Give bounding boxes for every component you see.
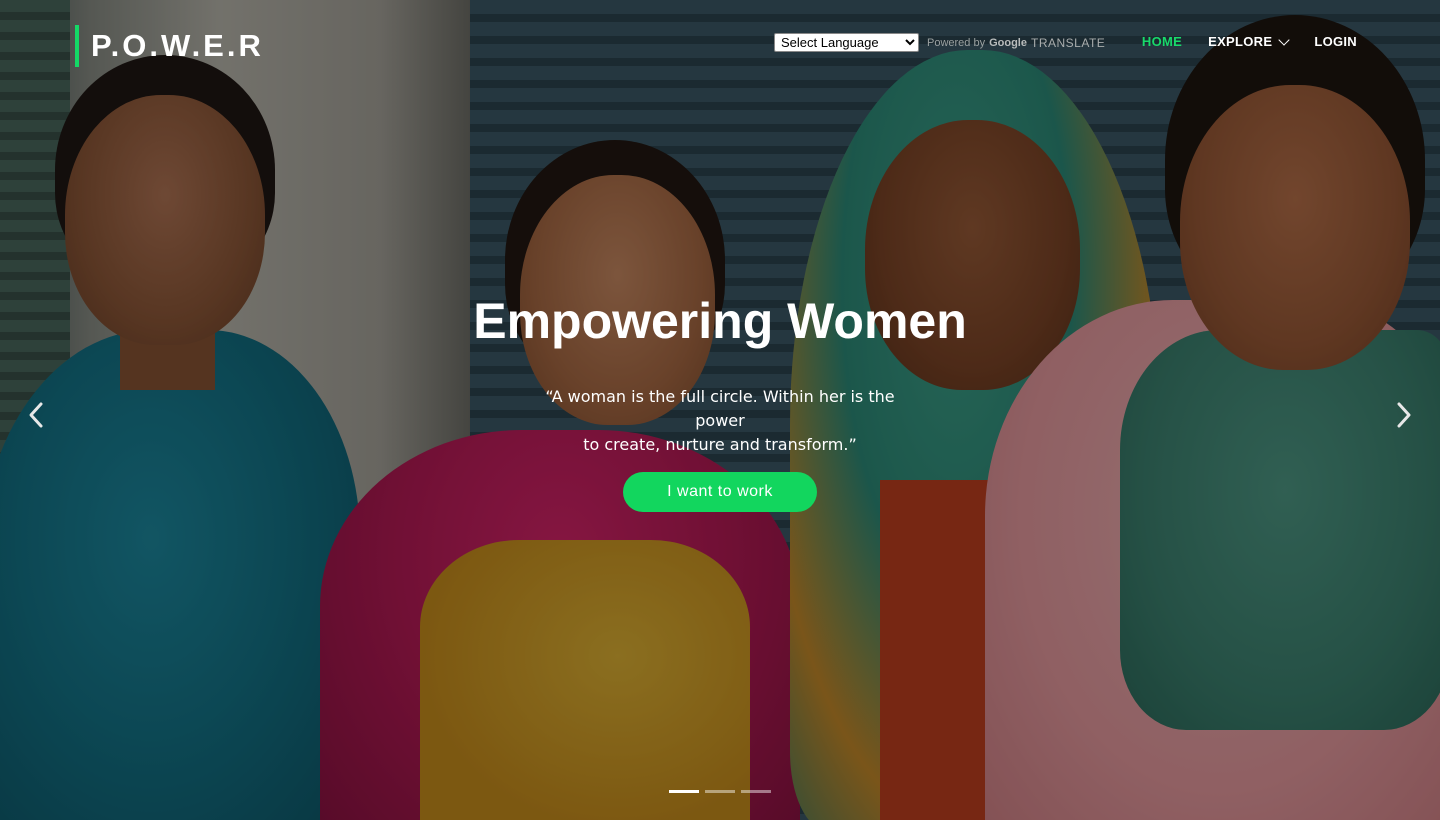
powered-by-google: Powered by Google TRANSLATE: [927, 36, 1105, 50]
hero-quote-line-2: to create, nurture and transform.”: [583, 435, 857, 454]
carousel-indicators: [669, 790, 771, 793]
powered-by-label: Powered by: [927, 36, 986, 49]
i-want-to-work-button[interactable]: I want to work: [623, 472, 817, 512]
chevron-left-icon: [29, 402, 43, 428]
chevron-right-icon: [1397, 402, 1411, 428]
hero-quote: “A woman is the full circle. Within her …: [520, 385, 920, 457]
carousel-indicator-2[interactable]: [705, 790, 735, 793]
nav-login[interactable]: LOGIN: [1314, 34, 1357, 49]
google-logo[interactable]: Google: [989, 37, 1027, 49]
main-nav: HOME EXPLORE LOGIN: [1142, 33, 1357, 49]
brand-logo[interactable]: P.O.W.E.R: [75, 25, 264, 67]
brand-name: P.O.W.E.R: [91, 28, 264, 63]
nav-explore-label: EXPLORE: [1208, 34, 1273, 49]
hero-quote-line-1: “A woman is the full circle. Within her …: [545, 387, 895, 430]
translate-label: TRANSLATE: [1030, 35, 1106, 50]
language-select[interactable]: Select Language: [774, 33, 919, 52]
chevron-down-icon: [1278, 33, 1290, 46]
hero-title: Empowering Women: [473, 293, 967, 349]
carousel-prev-button[interactable]: [22, 400, 52, 430]
carousel-indicator-3[interactable]: [741, 790, 771, 793]
nav-explore[interactable]: EXPLORE: [1208, 33, 1290, 49]
google-translate-widget: Select Language Powered by Google TRANSL…: [774, 33, 1105, 52]
hero-carousel: P.O.W.E.R Select Language Powered by Goo…: [0, 0, 1440, 820]
carousel-indicator-1[interactable]: [669, 790, 699, 793]
carousel-next-button[interactable]: [1388, 400, 1418, 430]
nav-home[interactable]: HOME: [1142, 34, 1182, 49]
